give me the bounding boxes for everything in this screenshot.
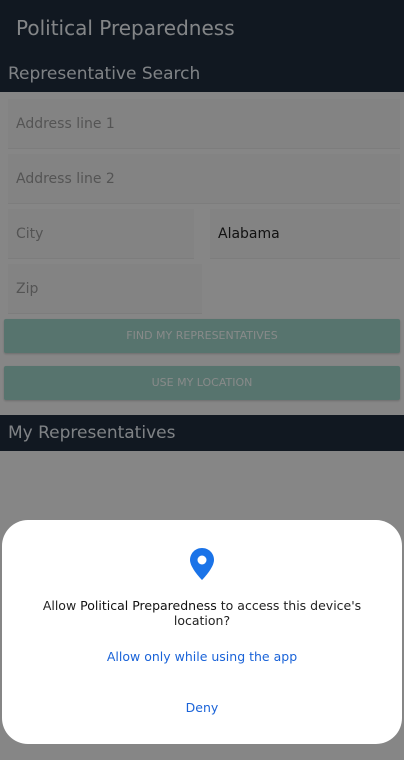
deny-button[interactable]: Deny — [2, 700, 402, 715]
location-permission-dialog: Allow Political Preparedness to access t… — [2, 520, 402, 744]
location-pin-icon — [190, 548, 214, 580]
allow-while-using-button[interactable]: Allow only while using the app — [2, 649, 402, 664]
prompt-app-name: Political Preparedness — [80, 598, 217, 613]
prompt-prefix: Allow — [42, 598, 81, 613]
permission-prompt: Allow Political Preparedness to access t… — [22, 598, 382, 628]
